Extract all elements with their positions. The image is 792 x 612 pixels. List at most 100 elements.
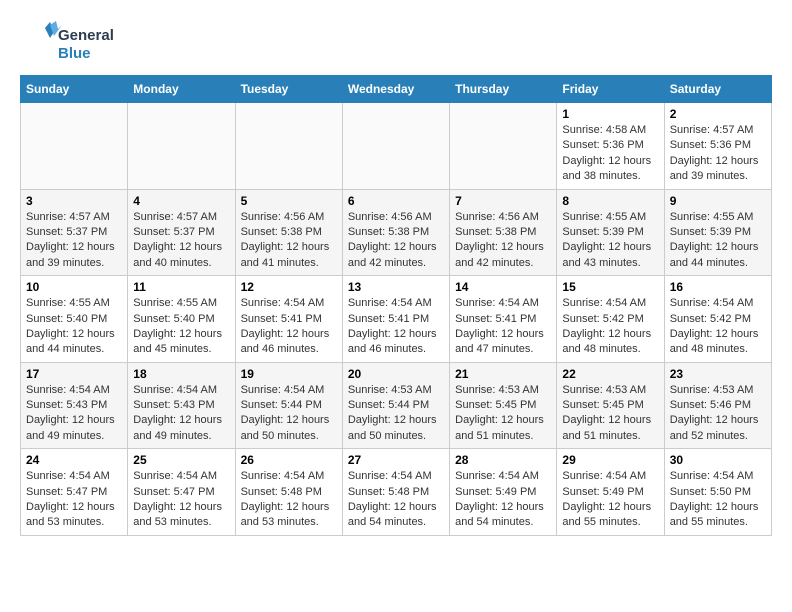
day-number: 21 — [455, 367, 551, 381]
day-number: 23 — [670, 367, 766, 381]
calendar-day-cell: 10 Sunrise: 4:55 AMSunset: 5:40 PMDayligh… — [21, 276, 128, 363]
calendar-day-cell: 5 Sunrise: 4:56 AMSunset: 5:38 PMDaylight… — [235, 189, 342, 276]
day-info: Sunrise: 4:53 AMSunset: 5:46 PMDaylight:… — [670, 383, 766, 445]
calendar-day-cell: 30 Sunrise: 4:54 AMSunset: 5:50 PMDayligh… — [664, 449, 771, 536]
page-header: General Blue — [20, 20, 772, 65]
day-info: Sunrise: 4:54 AMSunset: 5:43 PMDaylight:… — [133, 383, 229, 445]
day-number: 18 — [133, 367, 229, 381]
day-of-week-header: Sunday — [21, 76, 128, 103]
day-info: Sunrise: 4:53 AMSunset: 5:45 PMDaylight:… — [562, 383, 658, 445]
calendar-day-cell: 17 Sunrise: 4:54 AMSunset: 5:43 PMDayligh… — [21, 362, 128, 449]
day-info: Sunrise: 4:53 AMSunset: 5:45 PMDaylight:… — [455, 383, 551, 445]
day-info: Sunrise: 4:54 AMSunset: 5:50 PMDaylight:… — [670, 469, 766, 531]
day-number: 26 — [241, 453, 337, 467]
day-info: Sunrise: 4:54 AMSunset: 5:41 PMDaylight:… — [241, 296, 337, 358]
calendar-day-cell: 7 Sunrise: 4:56 AMSunset: 5:38 PMDaylight… — [450, 189, 557, 276]
day-number: 27 — [348, 453, 444, 467]
day-info: Sunrise: 4:54 AMSunset: 5:44 PMDaylight:… — [241, 383, 337, 445]
calendar-day-cell: 25Sunrise: 4:54 AMSunset: 5:47 PMDayligh… — [128, 449, 235, 536]
calendar-day-cell: 21 Sunrise: 4:53 AMSunset: 5:45 PMDayligh… — [450, 362, 557, 449]
calendar-day-cell: 15 Sunrise: 4:54 AMSunset: 5:42 PMDayligh… — [557, 276, 664, 363]
day-of-week-header: Tuesday — [235, 76, 342, 103]
day-number: 5 — [241, 194, 337, 208]
day-number: 22 — [562, 367, 658, 381]
calendar-week-row: 3 Sunrise: 4:57 AMSunset: 5:37 PMDaylight… — [21, 189, 772, 276]
day-info: Sunrise: 4:54 AMSunset: 5:48 PMDaylight:… — [241, 469, 337, 531]
day-of-week-header: Thursday — [450, 76, 557, 103]
day-info: Sunrise: 4:57 AMSunset: 5:37 PMDaylight:… — [133, 210, 229, 272]
calendar-day-cell: 19 Sunrise: 4:54 AMSunset: 5:44 PMDayligh… — [235, 362, 342, 449]
day-of-week-header: Friday — [557, 76, 664, 103]
day-info: Sunrise: 4:54 AMSunset: 5:41 PMDaylight:… — [348, 296, 444, 358]
calendar-header-row: SundayMondayTuesdayWednesdayThursdayFrid… — [21, 76, 772, 103]
calendar-day-cell: 16 Sunrise: 4:54 AMSunset: 5:42 PMDayligh… — [664, 276, 771, 363]
calendar-week-row: 10 Sunrise: 4:55 AMSunset: 5:40 PMDayligh… — [21, 276, 772, 363]
calendar-day-cell: 26 Sunrise: 4:54 AMSunset: 5:48 PMDayligh… — [235, 449, 342, 536]
day-number: 20 — [348, 367, 444, 381]
day-info: Sunrise: 4:54 AMSunset: 5:47 PMDaylight:… — [26, 469, 122, 531]
day-number: 1 — [562, 107, 658, 121]
day-info: Sunrise: 4:54 AMSunset: 5:42 PMDaylight:… — [562, 296, 658, 358]
calendar-day-cell: 24Sunrise: 4:54 AMSunset: 5:47 PMDayligh… — [21, 449, 128, 536]
day-number: 6 — [348, 194, 444, 208]
day-info: Sunrise: 4:53 AMSunset: 5:44 PMDaylight:… — [348, 383, 444, 445]
day-info: Sunrise: 4:54 AMSunset: 5:42 PMDaylight:… — [670, 296, 766, 358]
calendar-day-cell: 8 Sunrise: 4:55 AMSunset: 5:39 PMDaylight… — [557, 189, 664, 276]
calendar-day-cell — [450, 103, 557, 190]
day-info: Sunrise: 4:54 AMSunset: 5:41 PMDaylight:… — [455, 296, 551, 358]
day-of-week-header: Monday — [128, 76, 235, 103]
day-of-week-header: Wednesday — [342, 76, 449, 103]
day-info: Sunrise: 4:56 AMSunset: 5:38 PMDaylight:… — [241, 210, 337, 272]
day-number: 17 — [26, 367, 122, 381]
day-info: Sunrise: 4:54 AMSunset: 5:48 PMDaylight:… — [348, 469, 444, 531]
day-number: 28 — [455, 453, 551, 467]
calendar-day-cell: 14 Sunrise: 4:54 AMSunset: 5:41 PMDayligh… — [450, 276, 557, 363]
calendar-day-cell: 22 Sunrise: 4:53 AMSunset: 5:45 PMDayligh… — [557, 362, 664, 449]
calendar-week-row: 1 Sunrise: 4:58 AMSunset: 5:36 PMDaylight… — [21, 103, 772, 190]
day-number: 2 — [670, 107, 766, 121]
day-number: 19 — [241, 367, 337, 381]
day-info: Sunrise: 4:54 AMSunset: 5:49 PMDaylight:… — [562, 469, 658, 531]
calendar-day-cell — [21, 103, 128, 190]
calendar-day-cell: 27 Sunrise: 4:54 AMSunset: 5:48 PMDayligh… — [342, 449, 449, 536]
calendar-day-cell: 3 Sunrise: 4:57 AMSunset: 5:37 PMDaylight… — [21, 189, 128, 276]
calendar-day-cell: 29 Sunrise: 4:54 AMSunset: 5:49 PMDayligh… — [557, 449, 664, 536]
day-info: Sunrise: 4:54 AMSunset: 5:43 PMDaylight:… — [26, 383, 122, 445]
day-number: 4 — [133, 194, 229, 208]
calendar-day-cell: 9Sunrise: 4:55 AMSunset: 5:39 PMDaylight… — [664, 189, 771, 276]
day-info: Sunrise: 4:55 AMSunset: 5:39 PMDaylight:… — [562, 210, 658, 272]
calendar-day-cell: 28 Sunrise: 4:54 AMSunset: 5:49 PMDayligh… — [450, 449, 557, 536]
day-number: 11 — [133, 280, 229, 294]
calendar-day-cell: 6 Sunrise: 4:56 AMSunset: 5:38 PMDaylight… — [342, 189, 449, 276]
calendar-day-cell: 1 Sunrise: 4:58 AMSunset: 5:36 PMDaylight… — [557, 103, 664, 190]
day-number: 29 — [562, 453, 658, 467]
day-number: 15 — [562, 280, 658, 294]
day-info: Sunrise: 4:57 AMSunset: 5:37 PMDaylight:… — [26, 210, 122, 272]
calendar-day-cell — [342, 103, 449, 190]
day-info: Sunrise: 4:54 AMSunset: 5:49 PMDaylight:… — [455, 469, 551, 531]
calendar-table: SundayMondayTuesdayWednesdayThursdayFrid… — [20, 75, 772, 536]
day-info: Sunrise: 4:56 AMSunset: 5:38 PMDaylight:… — [348, 210, 444, 272]
svg-text:General: General — [58, 27, 114, 44]
calendar-day-cell: 13 Sunrise: 4:54 AMSunset: 5:41 PMDayligh… — [342, 276, 449, 363]
day-number: 10 — [26, 280, 122, 294]
day-number: 7 — [455, 194, 551, 208]
svg-text:Blue: Blue — [58, 45, 91, 62]
logo-svg: General Blue — [20, 20, 130, 65]
day-number: 16 — [670, 280, 766, 294]
day-info: Sunrise: 4:56 AMSunset: 5:38 PMDaylight:… — [455, 210, 551, 272]
day-number: 30 — [670, 453, 766, 467]
calendar-day-cell: 11Sunrise: 4:55 AMSunset: 5:40 PMDayligh… — [128, 276, 235, 363]
calendar-day-cell: 23 Sunrise: 4:53 AMSunset: 5:46 PMDayligh… — [664, 362, 771, 449]
calendar-day-cell: 4 Sunrise: 4:57 AMSunset: 5:37 PMDaylight… — [128, 189, 235, 276]
day-number: 14 — [455, 280, 551, 294]
calendar-day-cell — [235, 103, 342, 190]
calendar-day-cell: 12Sunrise: 4:54 AMSunset: 5:41 PMDayligh… — [235, 276, 342, 363]
day-number: 3 — [26, 194, 122, 208]
day-info: Sunrise: 4:55 AMSunset: 5:40 PMDaylight:… — [26, 296, 122, 358]
day-number: 8 — [562, 194, 658, 208]
calendar-day-cell: 2Sunrise: 4:57 AMSunset: 5:36 PMDaylight… — [664, 103, 771, 190]
day-number: 13 — [348, 280, 444, 294]
day-info: Sunrise: 4:58 AMSunset: 5:36 PMDaylight:… — [562, 123, 658, 185]
calendar-day-cell — [128, 103, 235, 190]
